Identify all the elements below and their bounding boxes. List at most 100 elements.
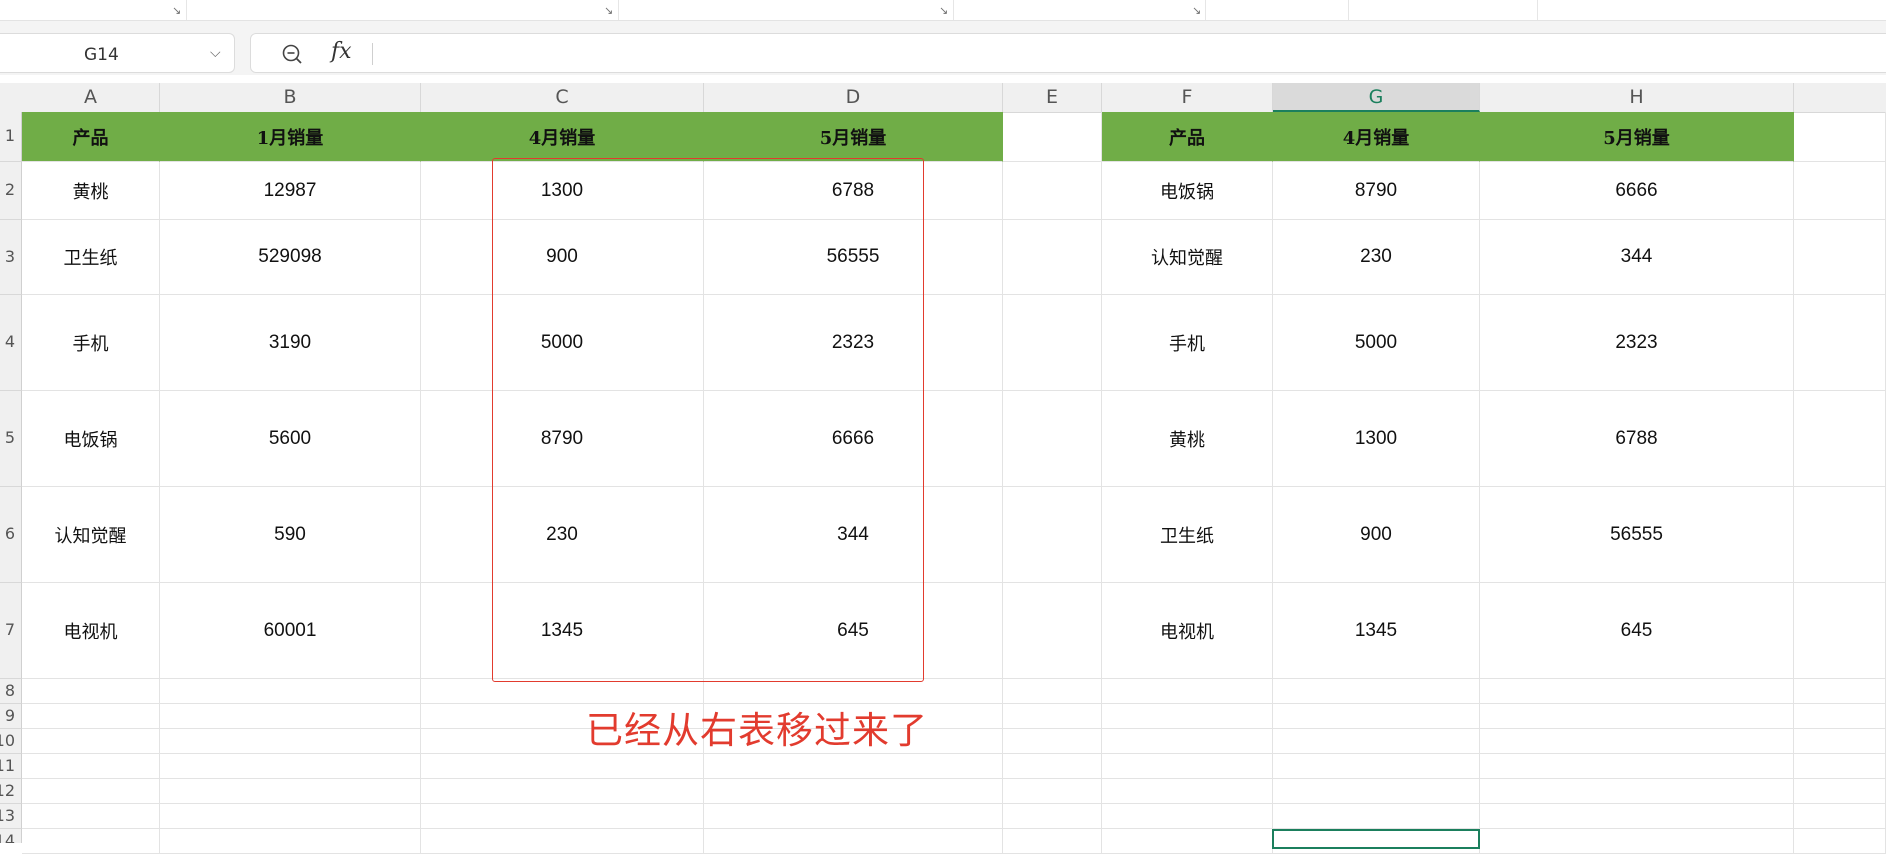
column-header-f[interactable]: F: [1102, 83, 1273, 112]
right-table-cell[interactable]: 卫生纸: [1102, 487, 1273, 583]
empty-cell[interactable]: [160, 679, 421, 704]
cell[interactable]: [1003, 220, 1102, 295]
left-table-cell[interactable]: 590: [160, 487, 421, 583]
dialog-launcher-icon[interactable]: ↘: [939, 5, 948, 16]
empty-cell[interactable]: [421, 754, 704, 779]
cell[interactable]: [1003, 583, 1102, 679]
empty-cell[interactable]: [1102, 754, 1273, 779]
left-table-header-cell[interactable]: 产品: [22, 112, 160, 162]
empty-cell[interactable]: [1480, 804, 1794, 829]
row-header[interactable]: 5: [0, 391, 22, 487]
cell[interactable]: [1794, 112, 1886, 162]
cell[interactable]: [1794, 583, 1886, 679]
row-header[interactable]: 4: [0, 295, 22, 391]
row-header[interactable]: 10: [0, 729, 22, 754]
right-table-cell[interactable]: 56555: [1480, 487, 1794, 583]
left-table-cell[interactable]: 电视机: [22, 583, 160, 679]
empty-cell[interactable]: [1003, 754, 1102, 779]
empty-cell[interactable]: [160, 779, 421, 804]
right-table-cell[interactable]: 6788: [1480, 391, 1794, 487]
empty-cell[interactable]: [1273, 779, 1480, 804]
empty-cell[interactable]: [421, 829, 704, 854]
column-header-h[interactable]: H: [1480, 83, 1794, 112]
empty-cell[interactable]: [1003, 729, 1102, 754]
left-table-cell[interactable]: 手机: [22, 295, 160, 391]
right-table-cell[interactable]: 900: [1273, 487, 1480, 583]
right-table-header-cell[interactable]: 5月销量: [1480, 112, 1794, 162]
empty-cell[interactable]: [22, 729, 160, 754]
column-header-a[interactable]: A: [22, 83, 160, 112]
empty-cell[interactable]: [1480, 729, 1794, 754]
column-header-d[interactable]: D: [704, 83, 1003, 112]
empty-cell[interactable]: [160, 804, 421, 829]
empty-cell[interactable]: [1480, 754, 1794, 779]
left-table-header-cell[interactable]: 4月销量: [421, 112, 704, 162]
empty-cell[interactable]: [704, 754, 1003, 779]
zoom-out-icon[interactable]: [281, 43, 303, 65]
left-table-header-cell[interactable]: 5月销量: [704, 112, 1003, 162]
empty-cell[interactable]: [1102, 679, 1273, 704]
empty-cell[interactable]: [421, 779, 704, 804]
column-header-i[interactable]: [1794, 83, 1886, 112]
empty-cell[interactable]: [1003, 779, 1102, 804]
empty-cell[interactable]: [1794, 729, 1886, 754]
empty-cell[interactable]: [160, 754, 421, 779]
empty-cell[interactable]: [160, 729, 421, 754]
cell[interactable]: [1003, 162, 1102, 220]
empty-cell[interactable]: [1480, 704, 1794, 729]
empty-cell[interactable]: [160, 704, 421, 729]
empty-cell[interactable]: [1102, 779, 1273, 804]
right-table-cell[interactable]: 1300: [1273, 391, 1480, 487]
empty-cell[interactable]: [22, 804, 160, 829]
empty-cell[interactable]: [1273, 704, 1480, 729]
dialog-launcher-icon[interactable]: ↘: [604, 5, 613, 16]
row-header[interactable]: 6: [0, 487, 22, 583]
empty-cell[interactable]: [160, 829, 421, 854]
empty-cell[interactable]: [1003, 679, 1102, 704]
column-header-c[interactable]: C: [421, 83, 704, 112]
left-table-cell[interactable]: 卫生纸: [22, 220, 160, 295]
empty-cell[interactable]: [1273, 804, 1480, 829]
empty-cell[interactable]: [22, 829, 160, 854]
right-table-cell[interactable]: 230: [1273, 220, 1480, 295]
empty-cell[interactable]: [1273, 754, 1480, 779]
empty-cell[interactable]: [1273, 729, 1480, 754]
cell[interactable]: [1003, 487, 1102, 583]
right-table-cell[interactable]: 手机: [1102, 295, 1273, 391]
row-header[interactable]: 9: [0, 704, 22, 729]
empty-cell[interactable]: [1794, 779, 1886, 804]
dialog-launcher-icon[interactable]: ↘: [172, 5, 181, 16]
left-table-cell[interactable]: 黄桃: [22, 162, 160, 220]
right-table-cell[interactable]: 2323: [1480, 295, 1794, 391]
empty-cell[interactable]: [1794, 804, 1886, 829]
left-table-cell[interactable]: 12987: [160, 162, 421, 220]
left-table-cell[interactable]: 电饭锅: [22, 391, 160, 487]
cell[interactable]: [1794, 220, 1886, 295]
empty-cell[interactable]: [1102, 829, 1273, 854]
chevron-down-icon[interactable]: ⌵: [210, 45, 221, 61]
empty-cell[interactable]: [1003, 804, 1102, 829]
right-table-cell[interactable]: 645: [1480, 583, 1794, 679]
empty-cell[interactable]: [22, 754, 160, 779]
empty-cell[interactable]: [1273, 679, 1480, 704]
cell[interactable]: [1003, 391, 1102, 487]
column-header-g[interactable]: G: [1273, 83, 1480, 112]
empty-cell[interactable]: [1794, 754, 1886, 779]
name-box[interactable]: G14 ⌵: [0, 33, 235, 73]
cell[interactable]: [1794, 391, 1886, 487]
cell[interactable]: [1794, 487, 1886, 583]
left-table-cell[interactable]: 3190: [160, 295, 421, 391]
right-table-header-cell[interactable]: 4月销量: [1273, 112, 1480, 162]
left-table-cell[interactable]: 认知觉醒: [22, 487, 160, 583]
right-table-cell[interactable]: 黄桃: [1102, 391, 1273, 487]
empty-cell[interactable]: [22, 704, 160, 729]
empty-cell[interactable]: [1480, 779, 1794, 804]
row-header[interactable]: 7: [0, 583, 22, 679]
left-table-cell[interactable]: 529098: [160, 220, 421, 295]
right-table-cell[interactable]: 认知觉醒: [1102, 220, 1273, 295]
select-all-corner[interactable]: [0, 83, 22, 112]
right-table-cell[interactable]: 344: [1480, 220, 1794, 295]
empty-cell[interactable]: [1003, 704, 1102, 729]
cell[interactable]: [1003, 112, 1102, 162]
right-table-cell[interactable]: 电饭锅: [1102, 162, 1273, 220]
